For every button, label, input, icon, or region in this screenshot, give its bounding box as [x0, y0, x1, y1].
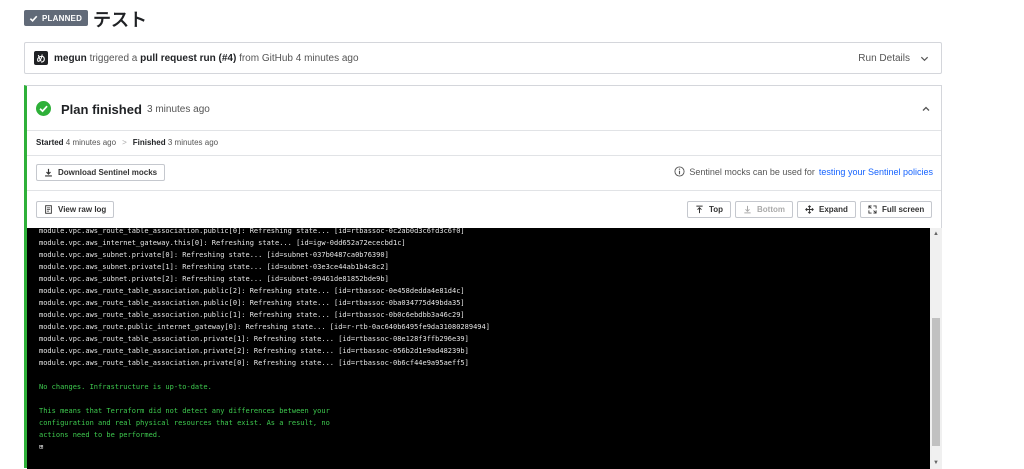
divider: [27, 130, 941, 131]
check-icon: [29, 15, 38, 22]
fullscreen-icon: [868, 205, 877, 214]
started-label: Started: [36, 138, 64, 147]
log-line: module.vpc.aws_route.public_internet_gat…: [39, 323, 490, 331]
log-line: actions need to be performed.: [39, 431, 162, 439]
expand-button[interactable]: Expand: [797, 201, 856, 218]
log-scrollbar[interactable]: ▲ ▼: [930, 228, 942, 469]
plan-time: 3 minutes ago: [147, 104, 210, 115]
full-screen-label: Full screen: [882, 205, 925, 214]
avatar[interactable]: め: [34, 51, 48, 65]
log-line: module.vpc.aws_subnet.private[1]: Refres…: [39, 263, 389, 271]
sentinel-policies-link[interactable]: testing your Sentinel policies: [819, 167, 933, 177]
log-line: module.vpc.aws_subnet.private[2]: Refres…: [39, 275, 389, 283]
scroll-up-arrow-icon[interactable]: ▲: [932, 230, 940, 238]
started-value: 4 minutes ago: [65, 138, 117, 147]
finished-label: Finished: [132, 138, 166, 147]
status-badge-label: PLANNED: [42, 13, 83, 23]
log-line: module.vpc.aws_route_table_association.p…: [39, 359, 469, 367]
document-icon: [45, 205, 52, 214]
status-badge: PLANNED: [24, 10, 89, 26]
run-details-toggle[interactable]: Run Details: [858, 43, 929, 73]
log-line: No changes. Infrastructure is up-to-date…: [39, 383, 212, 391]
arrow-up-icon: [696, 205, 703, 214]
view-raw-log-label: View raw log: [58, 205, 107, 214]
log-output: module.vpc.aws_route_table_association.p…: [39, 228, 490, 453]
check-circle-icon: [36, 101, 51, 116]
download-sentinel-mocks-button[interactable]: Download Sentinel mocks: [36, 164, 166, 181]
chevron-down-icon: [920, 56, 929, 61]
divider: [27, 155, 941, 156]
log-terminal[interactable]: module.vpc.aws_route_table_association.p…: [27, 228, 942, 469]
log-line: This means that Terraform did not detect…: [39, 407, 330, 415]
log-line: module.vpc.aws_route_table_association.p…: [39, 299, 465, 307]
scroll-thumb[interactable]: [932, 318, 940, 446]
log-line: module.vpc.aws_route_table_association.p…: [39, 228, 465, 235]
finished-value: 3 minutes ago: [167, 138, 219, 147]
log-line: module.vpc.aws_route_table_association.p…: [39, 287, 465, 295]
view-raw-log-button[interactable]: View raw log: [36, 201, 115, 218]
sentinel-info-text: Sentinel mocks can be used for: [689, 166, 815, 177]
log-line: configuration and real physical resource…: [39, 419, 330, 427]
log-line: module.vpc.aws_route_table_association.p…: [39, 335, 469, 343]
log-line: module.vpc.aws_route_table_association.p…: [39, 347, 469, 355]
page-title: テスト: [93, 10, 147, 30]
scroll-top-button[interactable]: Top: [687, 201, 732, 218]
plan-title: Plan finished: [61, 102, 142, 117]
chevron-up-icon[interactable]: [921, 104, 931, 114]
log-line: module.vpc.aws_route_table_association.p…: [39, 311, 465, 319]
scroll-down-arrow-icon[interactable]: ▼: [932, 459, 940, 467]
run-details-label: Run Details: [858, 52, 910, 64]
download-sentinel-mocks-label: Download Sentinel mocks: [58, 168, 158, 177]
log-line: module.vpc.aws_subnet.private[0]: Refres…: [39, 251, 389, 259]
expand-label: Expand: [819, 205, 848, 214]
info-icon: [674, 166, 685, 177]
trigger-source: from GitHub 4 minutes ago: [239, 52, 359, 64]
log-line: module.vpc.aws_internet_gateway.this[0]:…: [39, 239, 406, 247]
sentinel-info: Sentinel mocks can be used for testing y…: [674, 166, 933, 177]
trigger-user[interactable]: megun: [54, 53, 87, 64]
download-icon: [45, 168, 52, 177]
trigger-run-type: pull request run (#4): [140, 52, 237, 64]
scroll-bottom-label: Bottom: [757, 205, 785, 214]
plan-timing: Started 4 minutes ago > Finished 3 minut…: [36, 138, 218, 147]
chevron-right-icon: >: [122, 138, 127, 147]
scroll-top-label: Top: [709, 205, 724, 214]
trigger-text: triggered a: [89, 52, 138, 64]
scroll-bottom-button[interactable]: Bottom: [735, 201, 793, 218]
expand-icon: [805, 205, 814, 214]
arrow-down-icon: [744, 205, 751, 214]
plan-panel: Plan finished 3 minutes ago Started 4 mi…: [24, 85, 942, 469]
run-trigger-card: め megun triggered a pull request run (#4…: [24, 42, 942, 74]
full-screen-button[interactable]: Full screen: [860, 201, 933, 218]
divider: [27, 190, 941, 191]
log-line: ⊞: [39, 443, 44, 451]
plan-header[interactable]: Plan finished 3 minutes ago: [27, 86, 941, 130]
